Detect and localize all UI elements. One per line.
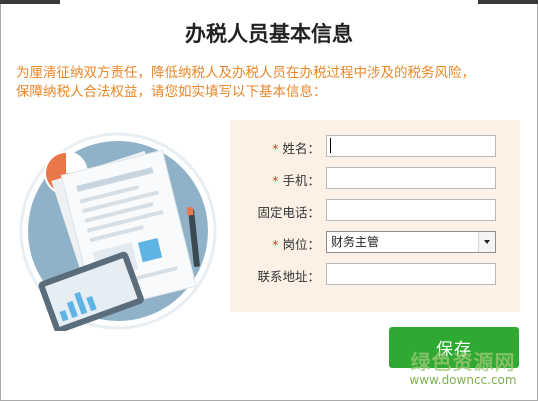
address-label: 联系地址： <box>257 269 320 284</box>
window-top-edge <box>0 0 538 4</box>
document-report-illustration-icon <box>19 132 217 331</box>
dropdown-arrow-icon[interactable] <box>478 232 495 252</box>
name-input[interactable] <box>326 135 496 157</box>
watermark-text: 绿色资源网 <box>410 350 516 374</box>
name-label: * 姓名： <box>272 141 320 156</box>
landline-input[interactable] <box>326 199 496 221</box>
form-row-address: 联系地址： <box>230 263 520 287</box>
required-mark: * <box>272 173 279 188</box>
phone-label: * 手机： <box>272 173 320 188</box>
intro-line-1: 为厘清征纳双方责任，降低纳税人及办税人员在办税过程中涉及的税务风险， <box>16 65 475 81</box>
form-panel: * 姓名： * 手机： 固定电话： * 岗位： 财务主管 联系地址： <box>230 120 520 312</box>
intro-text: 为厘清征纳双方责任，降低纳税人及办税人员在办税过程中涉及的税务风险， 保障纳税人… <box>16 64 528 102</box>
landline-label: 固定电话： <box>257 205 320 220</box>
form-row-phone: * 手机： <box>230 167 520 191</box>
required-mark: * <box>272 237 279 252</box>
form-row-landline: 固定电话： <box>230 199 520 223</box>
position-label: * 岗位： <box>272 237 320 252</box>
intro-line-2: 保障纳税人合法权益，请您如实填写以下基本信息： <box>16 84 327 100</box>
watermark-url: www.downcc.com <box>409 373 517 387</box>
page-title: 办税人员基本信息 <box>185 22 353 46</box>
position-select[interactable]: 财务主管 <box>326 231 496 253</box>
address-input[interactable] <box>326 263 496 285</box>
phone-input[interactable] <box>326 167 496 189</box>
text-cursor <box>330 138 331 153</box>
position-selected-value: 财务主管 <box>331 235 380 249</box>
required-mark: * <box>272 141 279 156</box>
form-row-position: * 岗位： 财务主管 <box>230 231 520 255</box>
form-row-name: * 姓名： <box>230 135 520 159</box>
